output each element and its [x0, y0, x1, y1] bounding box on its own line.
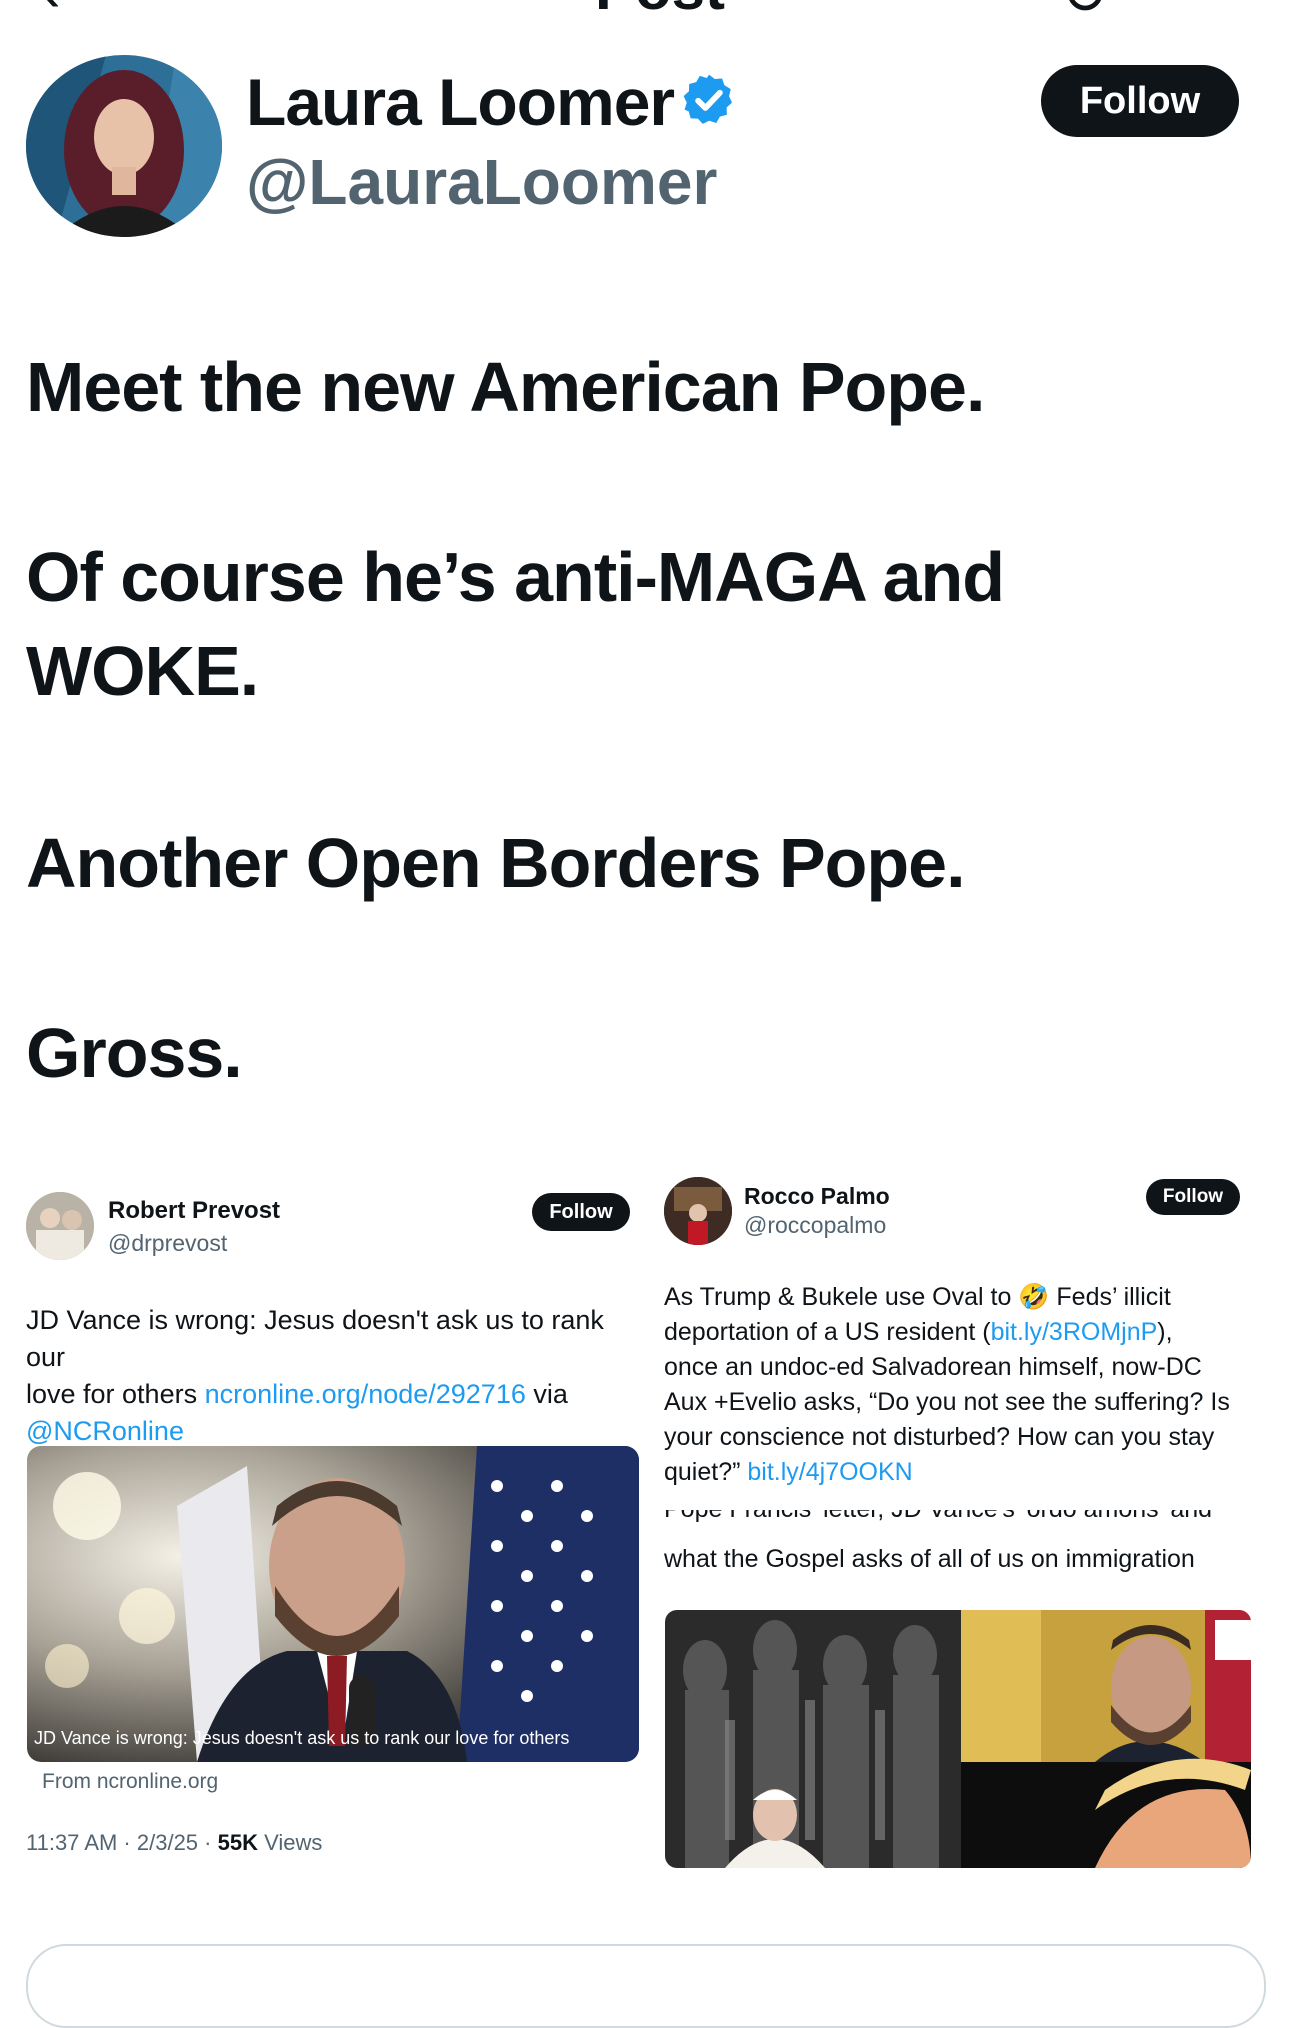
embed2-cut-text: Pope Francis' letter, JD Vance's 'ordo a… — [664, 1510, 1264, 1528]
embed2-text-line-4: Aux +Evelio asks, “Do you not see the su… — [664, 1388, 1230, 1416]
embed1-text-line-2: love for others ncronline.org/node/29271… — [26, 1376, 646, 1413]
embed2-line2-b: ), — [1157, 1318, 1173, 1346]
author-name[interactable]: Laura Loomer — [246, 62, 675, 142]
embed2-link-1[interactable]: bit.ly/3ROMjnP — [991, 1318, 1158, 1346]
embed2-follow-button[interactable]: Follow — [1146, 1179, 1240, 1215]
verified-badge-icon — [680, 71, 738, 129]
embed1-views-count: 55K — [217, 1830, 258, 1855]
embed2-avatar[interactable] — [664, 1177, 732, 1245]
embed2-line2-a: deportation of a US resident ( — [664, 1318, 991, 1346]
embed2-line1-a: As Trump & Bukele use Oval to — [664, 1283, 1019, 1311]
author-avatar[interactable] — [26, 55, 222, 237]
embed1-link[interactable]: ncronline.org/node/292716 — [205, 1379, 526, 1409]
embed2-text-line-3: once an undoc-ed Salvadorean himself, no… — [664, 1353, 1202, 1381]
embed2-text-line-2: deportation of a US resident (bit.ly/3RO… — [664, 1315, 1264, 1350]
follow-button[interactable]: Follow — [1041, 65, 1239, 137]
embed2-text-line-6: quiet?” bit.ly/4j7OOKN — [664, 1455, 1264, 1490]
embed1-card-image[interactable] — [27, 1446, 639, 1762]
embed1-text-prefix: love for others — [26, 1379, 205, 1409]
embed1-card-source[interactable]: From ncronline.org — [42, 1770, 218, 1794]
embed1-avatar[interactable] — [26, 1192, 94, 1260]
embed1-follow-button[interactable]: Follow — [532, 1193, 630, 1231]
laughing-emoji-icon: 🤣 — [1018, 1283, 1050, 1311]
embed2-link-2[interactable]: bit.ly/4j7OOKN — [747, 1458, 912, 1486]
refresh-icon[interactable]: ↻ — [1060, 0, 1120, 24]
embed2-line6-a: quiet?” — [664, 1458, 748, 1486]
embed2-card-headline[interactable]: what the Gospel asks of all of us on imm… — [664, 1542, 1195, 1576]
embed1-mention[interactable]: @NCRonline — [26, 1413, 646, 1450]
post-text-line-1: Meet the new American Pope. — [26, 348, 985, 426]
back-arrow-icon[interactable]: ‹ — [40, 0, 100, 22]
post-text-line-3: WOKE. — [26, 632, 259, 710]
reply-input[interactable] — [26, 1944, 1266, 2028]
embed2-name: Rocco Palmo — [744, 1183, 890, 1209]
embed2-line1-b: Feds’ illicit — [1049, 1283, 1171, 1311]
embed1-handle: @drprevost — [108, 1230, 228, 1256]
post-text-line-4: Another Open Borders Pope. — [26, 824, 966, 902]
page-title: Post — [560, 0, 760, 19]
embed1-time: 11:37 AM · 2/3/25 · — [26, 1830, 218, 1855]
embed2-card-image[interactable] — [665, 1610, 1251, 1868]
embed2-handle: @roccopalmo — [744, 1212, 887, 1238]
embed1-text-suffix: via — [525, 1379, 568, 1409]
embed1-text: JD Vance is wrong: Jesus doesn't ask us … — [26, 1302, 646, 1450]
embed1-text-line-1: JD Vance is wrong: Jesus doesn't ask us … — [26, 1305, 604, 1372]
embed1-views-label: Views — [257, 1830, 323, 1855]
embed1-card-caption: JD Vance is wrong: Jesus doesn't ask us … — [34, 1728, 570, 1748]
post-text-line-2: Of course he’s anti-MAGA and — [26, 538, 1005, 616]
embed2-cut-line: Pope Francis' letter, JD Vance's 'ordo a… — [664, 1510, 1212, 1523]
post-text-line-5: Gross. — [26, 1014, 243, 1092]
embed2-text: As Trump & Bukele use Oval to 🤣 Feds’ il… — [664, 1280, 1264, 1490]
embed1-name: Robert Prevost — [108, 1197, 281, 1224]
embed1-timestamp: 11:37 AM · 2/3/25 · 55K Views — [26, 1830, 322, 1856]
embed2-text-line-1: As Trump & Bukele use Oval to 🤣 Feds’ il… — [664, 1280, 1264, 1315]
author-handle[interactable]: @LauraLoomer — [246, 142, 717, 222]
embed2-text-line-5: your conscience not disturbed? How can y… — [664, 1423, 1215, 1451]
